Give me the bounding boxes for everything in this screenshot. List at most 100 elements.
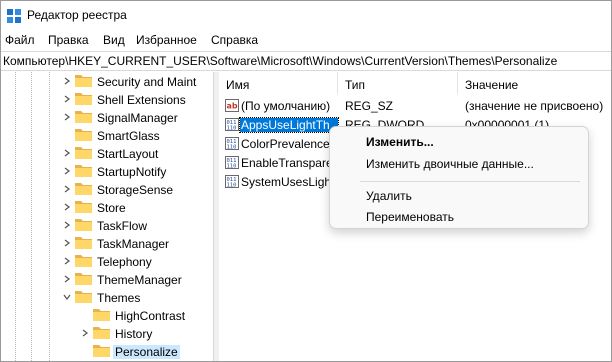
folder-icon: [75, 147, 92, 159]
key-tree[interactable]: Security and Maint Shell Extensions Signal…: [1, 72, 214, 361]
tree-item-label: Security and Maint: [97, 75, 197, 89]
folder-icon: [75, 201, 92, 213]
folder-icon: [75, 273, 92, 285]
tree-item-label: Telephony: [97, 255, 152, 269]
tree-item[interactable]: StorageSense: [1, 181, 213, 199]
svg-text:110: 110: [227, 183, 237, 189]
chevron-right-icon[interactable]: [63, 203, 71, 211]
menu-help[interactable]: Справка: [211, 33, 258, 47]
value-name: EnableTranspare: [241, 156, 333, 170]
tree-item-label: ThemeManager: [97, 273, 182, 287]
svg-text:ab: ab: [227, 102, 238, 111]
regedit-window: Редактор реестра Файл Правка Вид Избранн…: [0, 0, 612, 362]
address-path[interactable]: Компьютер\HKEY_CURRENT_USER\Software\Mic…: [3, 54, 557, 68]
tree-item[interactable]: TaskManager: [1, 235, 213, 253]
folder-icon: [75, 255, 92, 267]
menu-bar: Файл Правка Вид Избранное Справка: [1, 31, 611, 51]
tree-item-label: SignalManager: [97, 111, 178, 125]
value-name: ColorPrevalence: [241, 137, 330, 151]
tree-item-label: Shell Extensions: [97, 93, 186, 107]
tree-item[interactable]: StartLayout: [1, 145, 213, 163]
context-modify-binary[interactable]: Изменить двоичные данные...: [366, 157, 534, 171]
tree-item-label: SmartGlass: [97, 129, 160, 143]
tree-item[interactable]: Security and Maint: [1, 73, 213, 91]
dword-value-icon: 011110: [225, 156, 239, 169]
column-data-header[interactable]: Значение: [458, 72, 608, 94]
tree-item-label: HighContrast: [115, 309, 186, 323]
tree-item[interactable]: History: [1, 325, 213, 343]
tree-item[interactable]: Store: [1, 199, 213, 217]
column-type-header[interactable]: Тип: [338, 72, 457, 94]
menu-favorites[interactable]: Избранное: [136, 33, 197, 47]
chevron-right-icon[interactable]: [63, 149, 71, 157]
folder-icon: [75, 111, 92, 123]
folder-icon: [93, 327, 110, 339]
chevron-right-icon[interactable]: [63, 257, 71, 265]
column-name-label: Имя: [226, 78, 250, 92]
folder-icon: [75, 75, 92, 87]
tree-item-label: StartLayout: [97, 147, 159, 161]
window-title: Редактор реестра: [27, 8, 127, 22]
value-name: AppsUseLightTh: [239, 117, 339, 133]
tree-item[interactable]: Personalize: [1, 343, 213, 361]
column-data-label: Значение: [465, 78, 519, 92]
title-bar: Редактор реестра: [1, 1, 611, 31]
tree-item[interactable]: StartupNotify: [1, 163, 213, 181]
chevron-right-icon[interactable]: [63, 167, 71, 175]
chevron-right-icon[interactable]: [81, 329, 89, 337]
chevron-down-icon[interactable]: [63, 293, 71, 301]
tree-item-label: TaskManager: [97, 237, 170, 251]
menu-file[interactable]: Файл: [5, 33, 35, 47]
chevron-right-icon[interactable]: [63, 95, 71, 103]
context-delete[interactable]: Удалить: [366, 189, 412, 203]
folder-icon: [75, 93, 92, 105]
menu-view[interactable]: Вид: [103, 33, 125, 47]
column-type-label: Тип: [345, 78, 366, 92]
folder-icon: [75, 183, 92, 195]
tree-item-label: StartupNotify: [97, 165, 167, 179]
context-modify[interactable]: Изменить...: [366, 135, 434, 149]
context-menu: Изменить... Изменить двоичные данные... …: [329, 126, 589, 229]
tree-item[interactable]: Themes: [1, 289, 213, 307]
address-bar[interactable]: Компьютер\HKEY_CURRENT_USER\Software\Mic…: [1, 51, 611, 71]
regedit-app-icon: [7, 9, 21, 23]
tree-item-label: StorageSense: [97, 183, 174, 197]
folder-icon: [75, 291, 92, 303]
tree-item-label: Personalize: [113, 345, 180, 359]
chevron-right-icon[interactable]: [63, 239, 71, 247]
chevron-right-icon[interactable]: [63, 113, 71, 121]
dword-value-icon: 011110: [225, 118, 239, 131]
tree-item[interactable]: HighContrast: [1, 307, 213, 325]
value-row[interactable]: ab (По умолчанию) REG_SZ (значение не присв…: [219, 96, 611, 115]
tree-item-label: TaskFlow: [97, 219, 148, 233]
chevron-right-icon[interactable]: [63, 77, 71, 85]
folder-icon: [93, 309, 110, 321]
folder-icon: [75, 237, 92, 249]
svg-text:110: 110: [227, 145, 237, 151]
tree-item[interactable]: Telephony: [1, 253, 213, 271]
chevron-right-icon[interactable]: [63, 185, 71, 193]
tree-item[interactable]: SignalManager: [1, 109, 213, 127]
folder-icon: [93, 345, 110, 357]
value-name: SystemUsesLigh: [241, 175, 332, 189]
tree-item[interactable]: SmartGlass: [1, 127, 213, 145]
menu-edit[interactable]: Правка: [48, 33, 89, 47]
value-type: REG_SZ: [345, 99, 394, 113]
folder-icon: [75, 219, 92, 231]
tree-item-label: History: [115, 327, 153, 341]
value-data: (значение не присвоено): [465, 99, 604, 113]
folder-icon: [75, 165, 92, 177]
tree-item[interactable]: Shell Extensions: [1, 91, 213, 109]
value-name: (По умолчанию): [241, 99, 331, 113]
tree-item[interactable]: ThemeManager: [1, 271, 213, 289]
column-name-header[interactable]: Имя: [219, 72, 337, 94]
context-rename[interactable]: Переименовать: [366, 210, 454, 224]
folder-icon: [75, 129, 92, 141]
string-value-icon: ab: [225, 99, 239, 112]
chevron-right-icon[interactable]: [63, 275, 71, 283]
dword-value-icon: 011110: [225, 137, 239, 150]
chevron-right-icon[interactable]: [63, 221, 71, 229]
tree-item-label: Store: [97, 201, 126, 215]
tree-item[interactable]: TaskFlow: [1, 217, 213, 235]
svg-text:110: 110: [227, 164, 237, 170]
